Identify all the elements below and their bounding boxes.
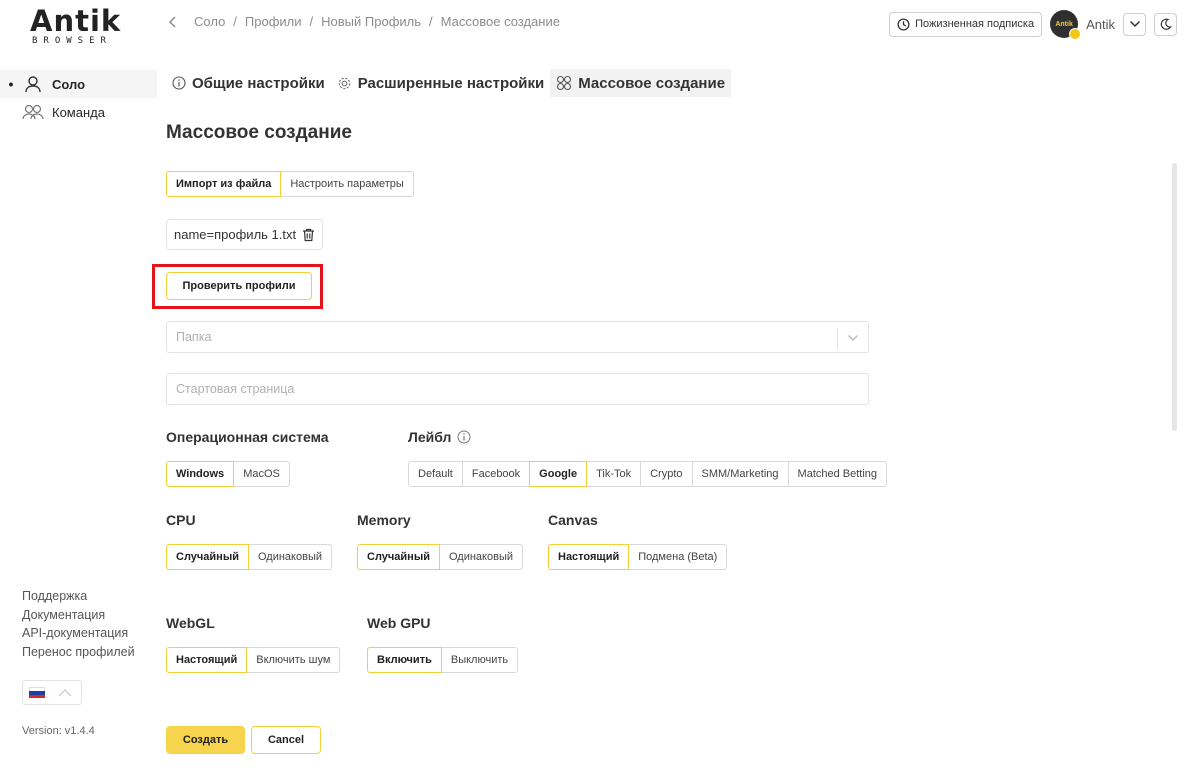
logo: Antik BROWSER xyxy=(30,6,126,46)
start-page-input[interactable]: Стартовая страница xyxy=(166,373,869,405)
user-icon xyxy=(22,73,44,95)
webgl-selector: Настоящий Включить шум xyxy=(166,647,341,673)
webgl-real[interactable]: Настоящий xyxy=(166,647,248,673)
webgpu-label: Web GPU xyxy=(367,615,431,631)
file-name: name=профиль 1.txt xyxy=(174,227,297,242)
subscription-button[interactable]: Пожизненная подписка xyxy=(889,11,1043,37)
header-actions: Пожизненная подписка Antik Antik xyxy=(889,10,1177,40)
user-menu-button[interactable] xyxy=(1123,12,1146,36)
sidebar-item-solo[interactable]: • Соло xyxy=(0,70,157,98)
chevron-down-icon xyxy=(1129,20,1140,28)
mode-import-file[interactable]: Импорт из файла xyxy=(166,171,282,197)
webgl-noise[interactable]: Включить шум xyxy=(246,647,341,673)
os-macos[interactable]: MacOS xyxy=(233,461,290,487)
grid-icon xyxy=(557,75,572,91)
tab-advanced-settings[interactable]: Расширенные настройки xyxy=(331,69,551,97)
sidebar-item-team[interactable]: Команда xyxy=(0,98,157,126)
active-dot: • xyxy=(8,76,14,92)
webgpu-selector: Включить Выключить xyxy=(367,647,519,673)
info-icon xyxy=(172,76,186,90)
sidebar-item-label: Соло xyxy=(52,76,86,92)
folder-select[interactable]: Папка xyxy=(166,321,869,353)
cpu-same[interactable]: Одинаковый xyxy=(247,544,333,570)
star-badge-icon xyxy=(1069,28,1082,40)
check-profiles-button[interactable]: Проверить профили xyxy=(166,272,312,300)
label-crypto[interactable]: Crypto xyxy=(640,461,693,487)
page-title: Массовое создание xyxy=(166,122,352,143)
tab-label: Массовое создание xyxy=(578,74,726,92)
breadcrumb-item-profiles[interactable]: Профили xyxy=(245,14,302,29)
label-google[interactable]: Google xyxy=(529,461,588,487)
cancel-button[interactable]: Cancel xyxy=(251,726,321,754)
webgl-label: WebGL xyxy=(166,615,215,631)
back-chevron-icon[interactable] xyxy=(166,15,180,29)
label-default[interactable]: Default xyxy=(408,461,463,487)
breadcrumb-item-solo[interactable]: Соло xyxy=(194,14,225,29)
label-label: Лейбл xyxy=(408,429,471,445)
scrollbar[interactable] xyxy=(1172,163,1177,431)
tab-label: Общие настройки xyxy=(192,74,325,92)
support-link[interactable]: Поддержка xyxy=(22,587,135,606)
info-icon[interactable] xyxy=(457,430,471,444)
moon-icon xyxy=(1160,18,1172,30)
folder-placeholder: Папка xyxy=(176,330,212,344)
sidebar-links: Поддержка Документация API-документация … xyxy=(22,587,135,661)
memory-label: Memory xyxy=(357,512,411,528)
team-icon xyxy=(22,101,44,123)
clock-icon xyxy=(897,17,910,31)
logo-subtext: BROWSER xyxy=(32,36,112,46)
logo-text: Antik xyxy=(30,4,122,38)
file-chip: name=профиль 1.txt xyxy=(166,219,324,250)
breadcrumb-item-new-profile[interactable]: Новый Профиль xyxy=(321,14,421,29)
theme-toggle-button[interactable] xyxy=(1154,12,1177,36)
chevron-down-icon xyxy=(837,328,868,348)
api-docs-link[interactable]: API-документация xyxy=(22,624,135,643)
gear-icon xyxy=(338,77,350,89)
label-smm-marketing[interactable]: SMM/Marketing xyxy=(691,461,789,487)
sidebar-item-label: Команда xyxy=(52,104,105,120)
mode-configure-params[interactable]: Настроить параметры xyxy=(280,171,414,197)
canvas-selector: Настоящий Подмена (Beta) xyxy=(548,544,728,570)
language-selector[interactable] xyxy=(22,680,82,705)
profile-transfer-link[interactable]: Перенос профилей xyxy=(22,643,135,662)
tab-general-settings[interactable]: Общие настройки xyxy=(166,69,331,97)
memory-selector: Случайный Одинаковый xyxy=(357,544,524,570)
memory-random[interactable]: Случайный xyxy=(357,544,440,570)
os-label: Операционная система xyxy=(166,429,329,445)
subscription-label: Пожизненная подписка xyxy=(915,18,1035,30)
version-label: Version: v1.4.4 xyxy=(22,725,95,737)
breadcrumb: Соло / Профили / Новый Профиль / Массово… xyxy=(166,14,560,29)
docs-link[interactable]: Документация xyxy=(22,606,135,625)
username: Antik xyxy=(1086,16,1115,32)
trash-icon[interactable] xyxy=(302,228,315,242)
canvas-spoof[interactable]: Подмена (Beta) xyxy=(628,544,728,570)
memory-same[interactable]: Одинаковый xyxy=(438,544,524,570)
cpu-selector: Случайный Одинаковый xyxy=(166,544,333,570)
avatar[interactable]: Antik xyxy=(1050,10,1082,40)
cpu-label: CPU xyxy=(166,512,196,528)
label-matched-betting[interactable]: Matched Betting xyxy=(787,461,888,487)
label-facebook[interactable]: Facebook xyxy=(461,461,531,487)
ru-flag-icon xyxy=(29,687,45,698)
breadcrumb-item-current: Массовое создание xyxy=(440,14,560,29)
label-tiktok[interactable]: Tik-Tok xyxy=(586,461,642,487)
os-windows[interactable]: Windows xyxy=(166,461,235,487)
start-page-placeholder: Стартовая страница xyxy=(176,382,295,396)
tab-label: Расширенные настройки xyxy=(357,74,545,92)
webgpu-disable[interactable]: Выключить xyxy=(440,647,519,673)
tabs: Общие настройки Расширенные настройки Ма… xyxy=(166,69,732,97)
os-selector: Windows MacOS xyxy=(166,461,290,487)
cpu-random[interactable]: Случайный xyxy=(166,544,249,570)
avatar-text: Antik xyxy=(1055,20,1073,28)
chevron-up-icon xyxy=(58,688,72,696)
canvas-real[interactable]: Настоящий xyxy=(548,544,630,570)
label-selector: Default Facebook Google Tik-Tok Crypto S… xyxy=(408,461,888,487)
tab-bulk-create[interactable]: Массовое создание xyxy=(550,69,732,97)
webgpu-enable[interactable]: Включить xyxy=(367,647,442,673)
mode-selector: Импорт из файла Настроить параметры xyxy=(166,171,414,197)
create-button[interactable]: Создать xyxy=(166,726,245,754)
canvas-label: Canvas xyxy=(548,512,598,528)
